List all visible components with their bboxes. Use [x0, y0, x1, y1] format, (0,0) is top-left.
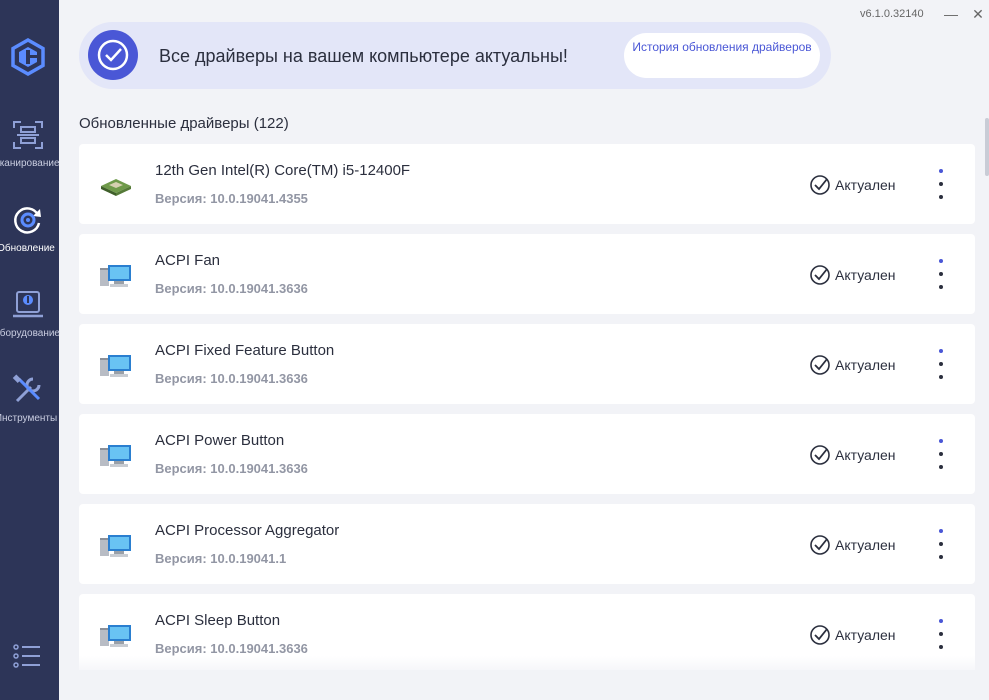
driver-version: Версия: 10.0.19041.4355	[155, 191, 308, 206]
more-options-icon[interactable]	[933, 526, 949, 562]
driver-name: ACPI Processor Aggregator	[155, 522, 340, 539]
sidebar-item-scan[interactable]: Сканирование	[0, 118, 60, 188]
more-options-icon[interactable]	[933, 616, 949, 652]
check-circle-icon	[88, 30, 138, 80]
driver-version: Версия: 10.0.19041.3636	[155, 641, 308, 656]
hardware-icon	[13, 291, 43, 318]
update-icon	[14, 207, 41, 234]
driver-name: ACPI Fixed Feature Button	[155, 342, 335, 359]
scrollbar[interactable]	[985, 118, 989, 176]
status-text: Актуален	[835, 447, 896, 463]
computer-icon	[100, 265, 131, 287]
minimize-button[interactable]: —	[941, 4, 961, 24]
driver-version: Версия: 10.0.19041.3636	[155, 281, 308, 296]
status-badge: Актуален	[809, 624, 919, 646]
sidebar-item-label: Оборудование	[0, 328, 60, 339]
close-button[interactable]: ✕	[968, 4, 988, 24]
check-circle-outline-icon	[810, 355, 830, 375]
status-badge: Актуален	[809, 534, 919, 556]
section-title: Обновленные драйверы (122)	[79, 115, 289, 132]
sidebar-item-label: Инструменты	[0, 413, 58, 424]
driver-name: ACPI Power Button	[155, 432, 285, 449]
driver-version: Версия: 10.0.19041.1	[155, 551, 287, 566]
sidebar: Сканирование Обновление Оборудование Инс…	[0, 0, 60, 700]
driver-version: Версия: 10.0.19041.3636	[155, 461, 308, 476]
driver-name: ACPI Fan	[155, 252, 221, 269]
status-badge: Актуален	[809, 174, 919, 196]
status-text: Актуален	[835, 177, 896, 193]
check-circle-outline-icon	[810, 625, 830, 645]
computer-icon	[100, 535, 131, 557]
menu-list-icon[interactable]	[12, 641, 42, 671]
app-logo-icon[interactable]	[9, 38, 47, 76]
check-circle-outline-icon	[810, 535, 830, 555]
driver-name: 12th Gen Intel(R) Core(TM) i5-12400F	[155, 162, 411, 179]
sidebar-item-label: Обновление	[0, 243, 55, 254]
cpu-chip-icon	[101, 179, 131, 196]
list-item[interactable]: ACPI Power Button Версия: 10.0.19041.363…	[79, 414, 975, 494]
computer-icon	[100, 625, 131, 647]
list-item[interactable]: ACPI Fan Версия: 10.0.19041.3636 Актуале…	[79, 234, 975, 314]
status-badge: Актуален	[809, 444, 919, 466]
more-options-icon[interactable]	[933, 166, 949, 202]
sidebar-item-update[interactable]: Обновление	[0, 203, 59, 273]
more-options-icon[interactable]	[933, 256, 949, 292]
check-circle-outline-icon	[810, 265, 830, 285]
driver-list: 12th Gen Intel(R) Core(TM) i5-12400F Вер…	[79, 144, 975, 670]
sidebar-item-hardware[interactable]: Оборудование	[0, 288, 60, 358]
driver-update-history-button[interactable]: История обновления драйверов	[624, 33, 820, 78]
more-options-icon[interactable]	[933, 436, 949, 472]
driver-name: ACPI Sleep Button	[155, 612, 281, 629]
list-fade	[79, 656, 975, 676]
banner-message: Все драйверы на вашем компьютере актуаль…	[159, 46, 568, 66]
check-circle-outline-icon	[810, 175, 830, 195]
computer-icon	[100, 445, 131, 467]
more-options-icon[interactable]	[933, 346, 949, 382]
status-badge: Актуален	[809, 264, 919, 286]
list-item[interactable]: ACPI Fixed Feature Button Версия: 10.0.1…	[79, 324, 975, 404]
list-item[interactable]: 12th Gen Intel(R) Core(TM) i5-12400F Вер…	[79, 144, 975, 224]
status-text: Актуален	[835, 357, 896, 373]
scan-icon	[13, 121, 43, 149]
status-text: Актуален	[835, 537, 896, 553]
status-text: Актуален	[835, 267, 896, 283]
check-circle-outline-icon	[810, 445, 830, 465]
status-text: Актуален	[835, 627, 896, 643]
sidebar-item-tools[interactable]: Инструменты	[0, 373, 59, 443]
tools-icon	[12, 374, 41, 403]
computer-icon	[100, 355, 131, 377]
app-version: v6.1.0.32140	[860, 8, 924, 20]
list-item[interactable]: ACPI Processor Aggregator Версия: 10.0.1…	[79, 504, 975, 584]
sidebar-item-label: Сканирование	[0, 158, 60, 169]
driver-version: Версия: 10.0.19041.3636	[155, 371, 308, 386]
status-banner: Все драйверы на вашем компьютере актуаль…	[79, 22, 831, 89]
status-badge: Актуален	[809, 354, 919, 376]
